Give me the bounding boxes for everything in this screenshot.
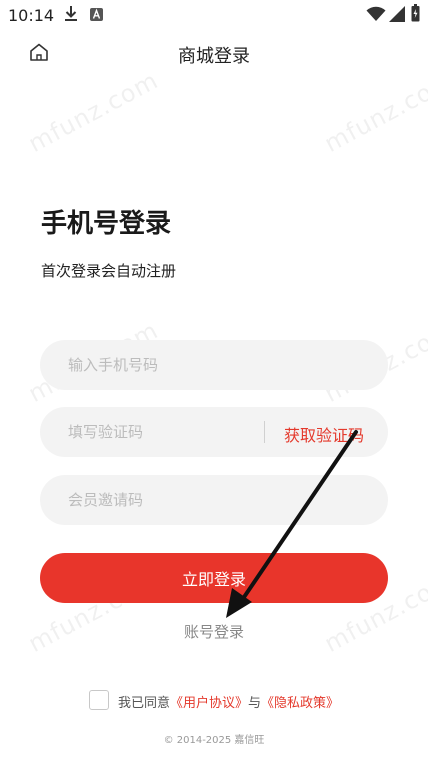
watermark: mfunz.com — [319, 66, 428, 158]
status-time: 10:14 — [8, 6, 55, 25]
watermark: mfunz.com — [23, 66, 163, 158]
verification-code-input[interactable] — [40, 407, 260, 457]
login-subtitle: 首次登录会自动注册 — [41, 262, 177, 280]
copyright: © 2014-2025 嘉信旺 — [163, 735, 265, 746]
agreement-conjunction: 与 — [248, 696, 262, 711]
agreement-checkbox[interactable] — [89, 690, 109, 710]
a-badge-icon — [90, 8, 103, 21]
phone-input[interactable] — [40, 340, 388, 390]
download-icon — [65, 6, 77, 21]
get-code-button[interactable]: 获取验证码 — [284, 422, 364, 446]
wifi-icon — [366, 6, 386, 21]
privacy-policy-link[interactable]: 《隐私政策》 — [261, 696, 339, 711]
page-title: 商城登录 — [178, 46, 250, 67]
login-button[interactable]: 立即登录 — [40, 553, 388, 603]
invite-field — [40, 475, 388, 525]
account-login-row: 账号登录 — [0, 621, 428, 642]
agreement-prefix: 我已同意 — [118, 696, 171, 711]
invite-code-input[interactable] — [40, 475, 388, 525]
agreement-text: 我已同意《用户协议》与《隐私政策》 — [118, 692, 339, 711]
battery-icon — [411, 4, 420, 22]
phone-field — [40, 340, 388, 390]
code-field: 获取验证码 — [40, 407, 388, 457]
divider — [264, 421, 265, 443]
signal-icon — [389, 6, 405, 22]
user-agreement-link[interactable]: 《用户协议》 — [170, 696, 248, 711]
account-login-link[interactable]: 账号登录 — [184, 623, 244, 641]
login-heading: 手机号登录 — [41, 209, 172, 239]
